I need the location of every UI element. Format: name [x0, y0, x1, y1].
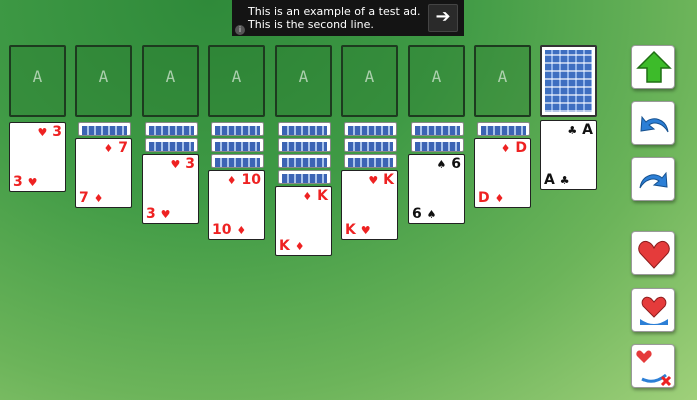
card-back-pattern	[545, 50, 592, 112]
heart-hint-icon	[638, 240, 670, 269]
clear-button[interactable]	[631, 344, 675, 388]
card-rank-top: ♥ 3	[170, 156, 196, 172]
card-rank-bottom: 3 ♥	[13, 174, 38, 190]
foundation-label: A	[431, 67, 442, 86]
card-rank-bottom: D ♦	[478, 190, 505, 206]
tableau-card[interactable]: ♥ K K ♥	[341, 170, 398, 240]
foundation-slot[interactable]: A	[341, 45, 398, 117]
face-down-card	[344, 122, 397, 136]
face-down-card	[145, 138, 198, 152]
tableau-card[interactable]: ♦ 10 10 ♦	[208, 170, 265, 240]
face-down-card	[278, 122, 331, 136]
foundation-label: A	[497, 67, 508, 86]
tableau-card[interactable]: ♥ 3 3 ♥	[9, 122, 66, 192]
undo-button[interactable]	[631, 101, 675, 145]
card-rank-top: ♣ A	[567, 122, 593, 138]
face-down-card	[477, 122, 530, 136]
face-down-card	[78, 122, 131, 136]
foundation-label: A	[165, 67, 176, 86]
tableau-card[interactable]: ♠ 6 6 ♠	[408, 154, 465, 224]
card-rank-bottom: 6 ♠	[412, 206, 437, 222]
foundation-label: A	[364, 67, 375, 86]
auto-button[interactable]	[631, 288, 675, 332]
tableau-card[interactable]: ♦ 7 7 ♦	[75, 138, 132, 208]
foundation-label: A	[98, 67, 109, 86]
face-down-card	[344, 154, 397, 168]
face-down-card	[278, 154, 331, 168]
foundation-slot[interactable]: A	[75, 45, 132, 117]
face-down-card	[411, 138, 464, 152]
ad-open-button[interactable]: ➔	[428, 4, 458, 32]
tableau-card[interactable]: ♦ K K ♦	[275, 186, 332, 256]
face-down-card	[145, 122, 198, 136]
waste-card[interactable]: ♣ A A ♣	[540, 120, 597, 190]
face-down-card	[211, 122, 264, 136]
face-down-card	[411, 122, 464, 136]
ad-text: This is an example of a test ad. This is…	[248, 5, 421, 31]
foundation-slot[interactable]: A	[474, 45, 531, 117]
card-rank-top: ♦ D	[500, 140, 527, 156]
foundation-label: A	[231, 67, 242, 86]
face-down-card	[211, 138, 264, 152]
card-rank-bottom: 10 ♦	[212, 222, 247, 238]
foundation-slot[interactable]: A	[408, 45, 465, 117]
face-down-card	[344, 138, 397, 152]
undo-icon	[640, 115, 669, 133]
foundation-label: A	[32, 67, 43, 86]
tableau-card[interactable]: ♦ D D ♦	[474, 138, 531, 208]
card-rank-top: ♥ K	[368, 172, 394, 188]
card-rank-bottom: K ♥	[345, 222, 371, 238]
face-down-card	[278, 170, 331, 184]
stock-pile[interactable]	[540, 45, 597, 117]
foundation-slot[interactable]: A	[9, 45, 66, 117]
arrow-right-icon: ➔	[435, 6, 451, 27]
up-button[interactable]	[631, 45, 675, 89]
foundation-slot[interactable]: A	[275, 45, 332, 117]
ad-info-icon[interactable]: i	[235, 25, 245, 35]
card-rank-bottom: A ♣	[544, 172, 570, 188]
card-rank-top: ♦ 10	[226, 172, 261, 188]
card-rank-top: ♥ 3	[37, 124, 63, 140]
foundation-label: A	[298, 67, 309, 86]
card-rank-bottom: 7 ♦	[79, 190, 104, 206]
foundation-slot[interactable]: A	[208, 45, 265, 117]
card-rank-top: ♦ K	[302, 188, 328, 204]
hint-button[interactable]	[631, 231, 675, 275]
ad-banner[interactable]: This is an example of a test ad. This is…	[232, 0, 464, 36]
card-rank-bottom: 3 ♥	[146, 206, 171, 222]
heart-auto-icon	[640, 296, 668, 325]
card-rank-top: ♠ 6	[436, 156, 462, 172]
redo-icon	[639, 171, 668, 189]
face-down-card	[278, 138, 331, 152]
face-down-card	[211, 154, 264, 168]
redo-button[interactable]	[631, 157, 675, 201]
up-arrow-icon	[636, 50, 672, 83]
card-rank-bottom: K ♦	[279, 238, 305, 254]
card-rank-top: ♦ 7	[103, 140, 129, 156]
tableau-card[interactable]: ♥ 3 3 ♥	[142, 154, 199, 224]
foundation-slot[interactable]: A	[142, 45, 199, 117]
heart-clear-icon	[636, 350, 672, 387]
